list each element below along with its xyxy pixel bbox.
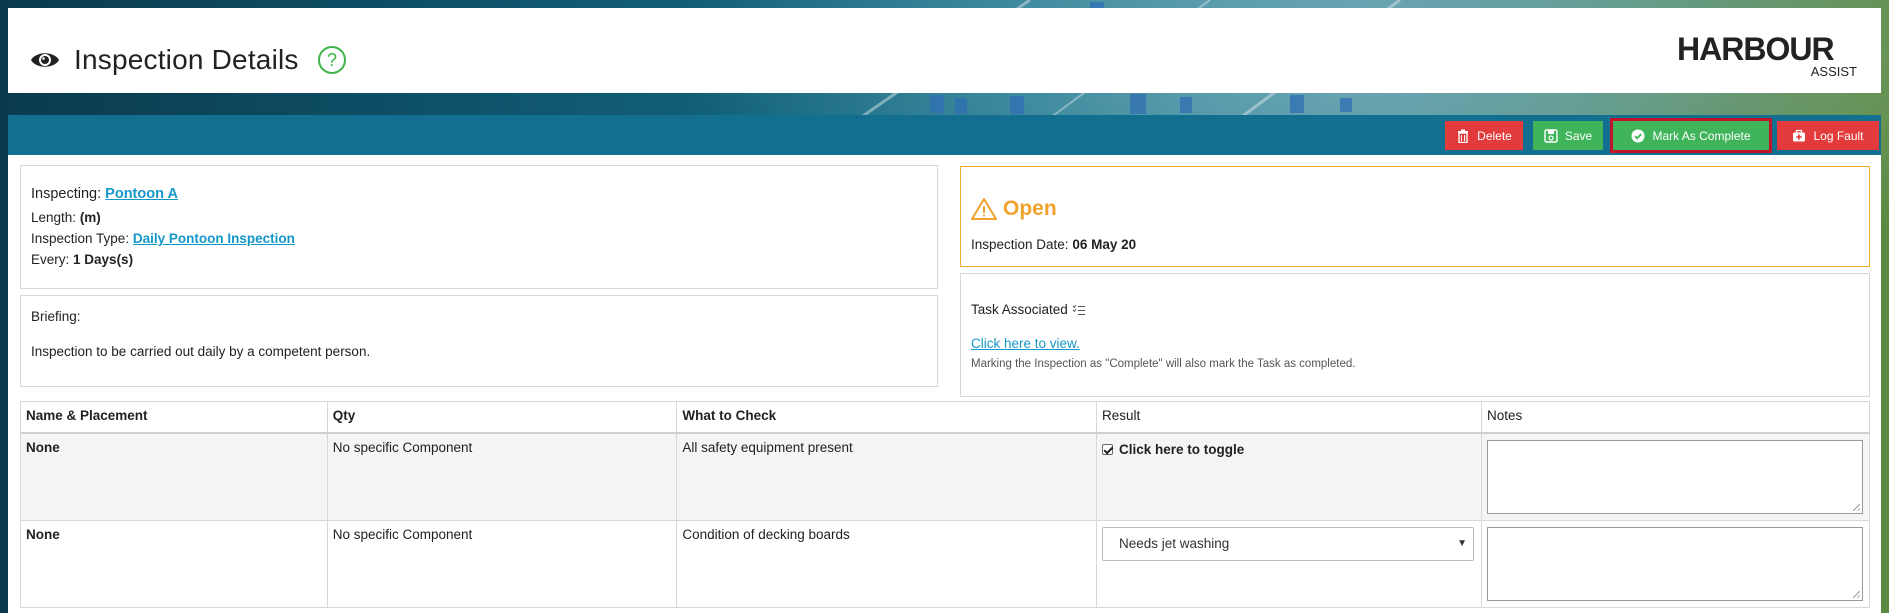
result-checkbox[interactable] [1101, 443, 1113, 455]
svg-text:HARBOUR: HARBOUR [1677, 31, 1834, 67]
cell-check: All safety equipment present [676, 432, 1097, 521]
chevron-down-icon: ▼ [1457, 538, 1467, 549]
page-title-wrap: Inspection Details ? [30, 44, 347, 76]
task-link[interactable]: Click here to view. [971, 336, 1080, 351]
main-content: Inspecting: Pontoon A Length: (m) Inspec… [8, 155, 1881, 613]
cell-notes [1480, 432, 1871, 521]
cell-name: None [20, 432, 328, 521]
eye-icon [31, 53, 59, 67]
every-value: 1 Days(s) [73, 252, 134, 267]
cell-result: Needs jet washing ▼ [1095, 519, 1482, 608]
save-icon [1544, 128, 1558, 143]
length-label: Length: [31, 210, 77, 225]
status-panel: Open Inspection Date: 06 May 20 [960, 166, 1870, 267]
status-row: Open [971, 197, 1057, 221]
inspecting-link[interactable]: Pontoon A [105, 186, 178, 202]
cell-check: Condition of decking boards [676, 519, 1097, 608]
action-toolbar: Delete Save Mark As Complete Log Fault [8, 115, 1881, 155]
help-circle-icon[interactable]: ? [317, 45, 347, 75]
task-panel: Task Associated Click here to view. Mark… [960, 273, 1870, 397]
result-select[interactable]: Needs jet washing ▼ [1101, 526, 1474, 561]
inspection-type-label: Inspection Type: [31, 231, 130, 246]
length-line: Length: (m) [31, 210, 101, 225]
result-select-value: Needs jet washing [1118, 536, 1230, 551]
inspection-type-line: Inspection Type: Daily Pontoon Inspectio… [31, 231, 295, 246]
log-fault-button[interactable]: Log Fault [1777, 121, 1879, 150]
mark-complete-label: Mark As Complete [1652, 128, 1751, 143]
save-button[interactable]: Save [1533, 121, 1603, 150]
task-associated-line: Task Associated [971, 302, 1086, 317]
inspection-checklist-table: Name & Placement Qty What to Check Resul… [20, 401, 1871, 608]
table-row: None No specific Component Condition of … [20, 519, 1871, 608]
check-circle-icon [1631, 129, 1645, 142]
briefing-text: Inspection to be carried out daily by a … [31, 344, 371, 359]
inspection-date-value: 06 May 20 [1072, 237, 1137, 252]
svg-text:?: ? [327, 50, 337, 70]
column-header-notes: Notes [1480, 401, 1871, 434]
notes-textarea[interactable] [1486, 526, 1863, 601]
cell-name: None [20, 519, 328, 608]
cell-qty: No specific Component [326, 432, 678, 521]
table-header-row: Name & Placement Qty What to Check Resul… [20, 401, 1871, 434]
row-name: None [26, 526, 60, 542]
task-note: Marking the Inspection as "Complete" wil… [971, 358, 1356, 370]
page-title: Inspection Details [74, 44, 299, 75]
column-header-name: Name & Placement [20, 401, 328, 434]
briefing-label: Briefing: [31, 309, 81, 324]
inspection-info-panel: Inspecting: Pontoon A Length: (m) Inspec… [20, 165, 938, 289]
task-associated-label: Task Associated [971, 302, 1068, 317]
notes-textarea[interactable] [1486, 439, 1863, 514]
cell-qty: No specific Component [326, 519, 678, 608]
status-text: Open [1003, 197, 1057, 220]
cell-result: Click here to toggle [1095, 432, 1482, 521]
header-card: Inspection Details ? HARBOUR ASSIST [8, 8, 1881, 93]
result-toggle-label: Click here to toggle [1118, 441, 1245, 457]
task-view-link[interactable]: Click here to view. [971, 336, 1080, 351]
cell-notes [1480, 519, 1871, 608]
svg-text:ASSIST: ASSIST [1811, 64, 1857, 79]
warning-icon [971, 198, 997, 220]
first-aid-icon [1793, 129, 1806, 141]
result-toggle[interactable]: Click here to toggle [1101, 441, 1245, 457]
inspecting-label: Inspecting: [31, 186, 102, 202]
briefing-panel: Briefing: Inspection to be carried out d… [20, 295, 938, 387]
save-label: Save [1564, 128, 1593, 143]
harbour-assist-logo: HARBOUR ASSIST [1677, 31, 1857, 79]
length-value: (m) [79, 210, 101, 225]
mark-complete-button[interactable]: Mark As Complete [1610, 118, 1772, 153]
inspection-type-link[interactable]: Daily Pontoon Inspection [133, 231, 295, 246]
inspecting-line: Inspecting: Pontoon A [31, 186, 178, 202]
every-label: Every: [31, 252, 70, 267]
inspection-date-label: Inspection Date: [971, 237, 1069, 252]
delete-label: Delete [1477, 128, 1512, 143]
table-row: None No specific Component All safety eq… [20, 432, 1871, 521]
log-fault-label: Log Fault [1813, 128, 1864, 143]
column-header-qty: Qty [326, 401, 678, 434]
delete-button[interactable]: Delete [1445, 121, 1523, 150]
row-name: None [26, 439, 60, 455]
column-header-check: What to Check [676, 401, 1097, 434]
every-line: Every: 1 Days(s) [31, 252, 133, 267]
trash-icon [1458, 129, 1469, 143]
column-header-result: Result [1095, 401, 1482, 434]
checklist-icon [1072, 304, 1085, 315]
inspection-date-line: Inspection Date: 06 May 20 [971, 237, 1136, 252]
